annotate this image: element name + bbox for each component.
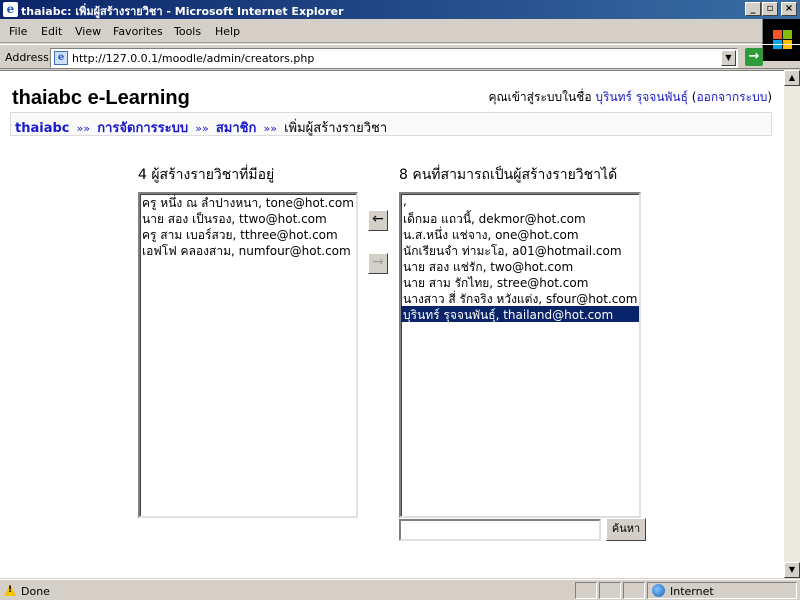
login-prefix: คุณเข้าสู่ระบบในชื่อ xyxy=(488,90,592,104)
list-item[interactable]: , xyxy=(401,194,639,210)
menu-view[interactable]: View xyxy=(75,25,101,38)
remove-creator-button[interactable]: → xyxy=(368,253,388,274)
breadcrumb-users[interactable]: สมาชิก xyxy=(216,121,257,136)
menu-tools[interactable]: Tools xyxy=(174,25,201,38)
page-content: thaiabc e-Learning คุณเข้าสู่ระบบในชื่อ … xyxy=(0,70,784,578)
address-dropdown-button[interactable]: ▼ xyxy=(721,50,736,66)
list-item[interactable]: นางสาว สี่ รักจริง หวังแต่ง, sfour@hot.c… xyxy=(401,290,639,306)
search-button[interactable]: ค้นหา xyxy=(606,518,646,541)
login-info: คุณเข้าสู่ระบบในชื่อ บุรินทร์ รุจจนพันธุ… xyxy=(488,90,772,104)
window-title: thaiabc: เพิ่มผู้สร้างรายวิชา - Microsof… xyxy=(21,5,344,18)
scroll-up-icon[interactable]: ▲ xyxy=(784,70,800,86)
address-bar: Address e http://127.0.0.1/moodle/admin/… xyxy=(0,44,800,69)
security-zone: Internet xyxy=(670,585,714,598)
close-button[interactable]: × xyxy=(781,2,797,16)
page-icon: e xyxy=(54,51,68,65)
scroll-down-icon[interactable]: ▼ xyxy=(784,562,800,578)
menu-help[interactable]: Help xyxy=(215,25,240,38)
breadcrumb-separator: »» xyxy=(76,122,91,135)
menu-file[interactable]: File xyxy=(9,25,27,38)
list-item[interactable]: เด็กมอ แถวนี้, dekmor@hot.com xyxy=(401,210,639,226)
existing-creators-heading: 4 ผู้สร้างรายวิชาที่มีอยู่ xyxy=(138,167,275,183)
list-item[interactable]: บุรินทร์ รุจจนพันธุ์, thailand@hot.com xyxy=(401,306,639,322)
address-url: http://127.0.0.1/moodle/admin/creators.p… xyxy=(72,52,315,65)
address-label: Address xyxy=(5,51,49,64)
breadcrumb-admin[interactable]: การจัดการระบบ xyxy=(97,121,188,136)
address-input[interactable]: e http://127.0.0.1/moodle/admin/creators… xyxy=(50,48,738,68)
list-item[interactable]: นักเรียนจำ ท่ามะโอ, a01@hotmail.com xyxy=(401,242,639,258)
status-pane xyxy=(575,582,597,599)
ie-icon: e xyxy=(3,2,18,17)
list-item[interactable]: น.ส.หนึ่ง แช่จาง, one@hot.com xyxy=(401,226,639,242)
status-pane xyxy=(623,582,645,599)
add-creator-button[interactable]: ← xyxy=(368,210,388,231)
status-text: Done xyxy=(21,585,50,598)
breadcrumb: thaiabc »» การจัดการระบบ »» สมาชิก »» เพ… xyxy=(10,112,772,136)
logout-link[interactable]: ออกจากระบบ xyxy=(696,90,767,104)
menu-bar: File Edit View Favorites Tools Help xyxy=(0,19,800,61)
breadcrumb-home[interactable]: thaiabc xyxy=(15,121,69,136)
list-item[interactable]: นาย สอง เป็นรอง, ttwo@hot.com xyxy=(140,210,356,226)
site-title: thaiabc e-Learning xyxy=(12,87,190,109)
potential-creators-heading: 8 คนที่สามารถเป็นผู้สร้างรายวิชาได้ xyxy=(399,167,618,183)
breadcrumb-current: เพิ่มผู้สร้างรายวิชา xyxy=(284,121,388,136)
potential-creators-list[interactable]: , เด็กมอ แถวนี้, dekmor@hot.com น.ส.หนึ่… xyxy=(399,192,641,518)
go-button[interactable]: Go xyxy=(769,51,784,64)
vertical-scrollbar[interactable]: ▲ ▼ xyxy=(784,70,800,578)
list-item[interactable]: ครู หนึ่ง ณ ลำปางหนา, tone@hot.com xyxy=(140,194,356,210)
window-title-bar: e thaiabc: เพิ่มผู้สร้างรายวิชา - Micros… xyxy=(0,0,800,19)
breadcrumb-separator: »» xyxy=(195,122,209,135)
menu-edit[interactable]: Edit xyxy=(41,25,62,38)
existing-creators-list[interactable]: ครู หนึ่ง ณ ลำปางหนา, tone@hot.com นาย ส… xyxy=(138,192,358,518)
go-arrow-icon[interactable]: → xyxy=(745,48,763,66)
internet-zone-icon xyxy=(652,584,665,597)
status-pane xyxy=(599,582,621,599)
status-bar: ! Done Internet xyxy=(0,579,800,600)
menu-favorites[interactable]: Favorites xyxy=(113,25,163,38)
list-item[interactable]: เอฟโฟ คลองสาม, numfour@hot.com xyxy=(140,242,356,258)
warning-icon: ! xyxy=(4,584,16,596)
breadcrumb-separator: »» xyxy=(263,122,277,135)
maximize-button[interactable]: ▫ xyxy=(762,2,778,16)
list-item[interactable]: นาย สาม รักไทย, stree@hot.com xyxy=(401,274,639,290)
user-profile-link[interactable]: บุรินทร์ รุจจนพันธุ์ xyxy=(595,90,688,104)
list-item[interactable]: ครู สาม เบอร์สวย, tthree@hot.com xyxy=(140,226,356,242)
minimize-button[interactable]: _ xyxy=(745,2,761,16)
search-input[interactable] xyxy=(399,519,601,541)
list-item[interactable]: นาย สอง แช่รัก, two@hot.com xyxy=(401,258,639,274)
